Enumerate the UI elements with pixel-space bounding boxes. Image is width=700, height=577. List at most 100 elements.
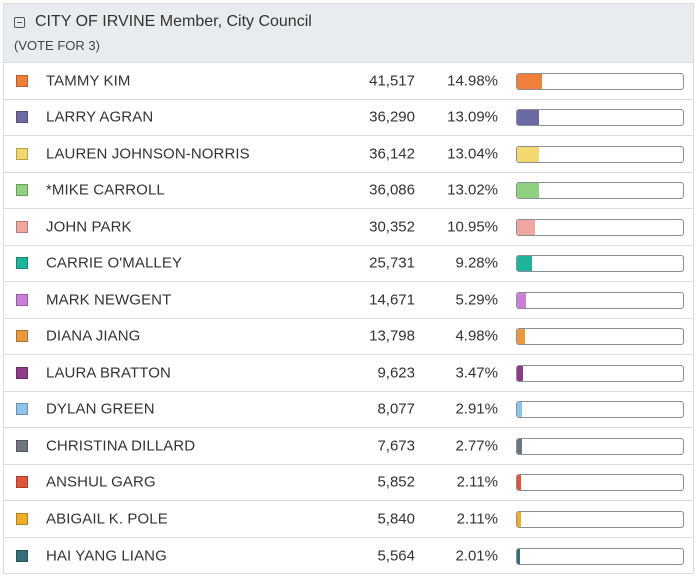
candidate-color-swatch [16, 74, 28, 87]
candidate-vote-bar-fill [517, 511, 521, 527]
candidate-name: ABIGAIL K. POLE [46, 510, 168, 528]
candidate-vote-bar [516, 364, 684, 382]
candidate-percent: 3.47% [455, 364, 498, 382]
candidate-name: CARRIE O'MALLEY [46, 254, 183, 272]
candidate-votes: 36,142 [369, 145, 415, 163]
candidate-name: CHRISTINA DILLARD [46, 437, 196, 455]
candidate-name: JOHN PARK [46, 218, 132, 236]
candidate-vote-bar [516, 291, 684, 309]
candidate-vote-bar [516, 474, 684, 492]
candidate-color-swatch [16, 220, 28, 233]
candidate-votes: 36,290 [369, 108, 415, 126]
candidate-vote-bar-fill [517, 402, 522, 418]
candidate-name: LAUREN JOHNSON-NORRIS [46, 145, 250, 163]
candidate-vote-bar [516, 547, 684, 565]
candidate-row: TAMMY KIM 41,517 14.98% [4, 63, 693, 100]
candidate-percent: 13.09% [447, 108, 498, 126]
candidate-percent: 10.95% [447, 218, 498, 236]
candidate-color-swatch [16, 549, 28, 562]
candidate-votes: 41,517 [369, 72, 415, 90]
candidate-color-swatch [16, 330, 28, 343]
candidate-row: LAURA BRATTON 9,623 3.47% [4, 355, 693, 392]
candidate-row: DIANA JIANG 13,798 4.98% [4, 319, 693, 355]
candidate-row: *MIKE CARROLL 36,086 13.02% [4, 173, 693, 209]
race-title-row: CITY OF IRVINE Member, City Council [14, 12, 683, 32]
candidate-row: JOHN PARK 30,352 10.95% [4, 209, 693, 246]
candidate-row: MARK NEWGENT 14,671 5.29% [4, 282, 693, 319]
candidate-vote-bar-fill [517, 146, 539, 162]
candidate-row: LAUREN JOHNSON-NORRIS 36,142 13.04% [4, 136, 693, 173]
candidate-color-swatch [16, 476, 28, 489]
candidate-vote-bar [516, 328, 684, 346]
candidate-name: *MIKE CARROLL [46, 181, 165, 199]
candidate-vote-bar-fill [517, 256, 533, 272]
candidate-color-swatch [16, 147, 28, 160]
candidate-row: ABIGAIL K. POLE 5,840 2.11% [4, 501, 693, 538]
candidate-row: ANSHUL GARG 5,852 2.11% [4, 465, 693, 501]
candidate-vote-bar-fill [517, 365, 523, 381]
candidate-color-swatch [16, 512, 28, 525]
candidate-name: TAMMY KIM [46, 72, 131, 90]
candidate-votes: 5,564 [377, 547, 415, 565]
candidate-name: LARRY AGRAN [46, 108, 154, 126]
candidate-percent: 2.01% [455, 547, 498, 565]
candidate-percent: 4.98% [455, 327, 498, 345]
candidate-votes: 13,798 [369, 327, 415, 345]
candidate-list: TAMMY KIM 41,517 14.98% LARRY AGRAN 36,2… [4, 63, 693, 574]
candidate-color-swatch [16, 439, 28, 452]
candidate-votes: 9,623 [377, 364, 415, 382]
race-title: CITY OF IRVINE Member, City Council [35, 13, 312, 30]
candidate-votes: 14,671 [369, 291, 415, 309]
candidate-color-swatch [16, 111, 28, 124]
candidate-row: HAI YANG LIANG 5,564 2.01% [4, 538, 693, 575]
candidate-row: CARRIE O'MALLEY 25,731 9.28% [4, 246, 693, 282]
candidate-percent: 9.28% [455, 254, 498, 272]
candidate-votes: 30,352 [369, 218, 415, 236]
race-header: CITY OF IRVINE Member, City Council (VOT… [4, 4, 693, 63]
candidate-name: DYLAN GREEN [46, 400, 155, 418]
candidate-name: LAURA BRATTON [46, 364, 171, 382]
race-subtitle: (VOTE FOR 3) [14, 38, 100, 53]
candidate-vote-bar [516, 145, 684, 163]
candidate-vote-bar-fill [517, 438, 522, 454]
candidate-percent: 2.77% [455, 437, 498, 455]
candidate-vote-bar [516, 72, 684, 90]
candidate-votes: 5,852 [377, 473, 415, 491]
candidate-vote-bar [516, 109, 684, 127]
candidate-row: CHRISTINA DILLARD 7,673 2.77% [4, 428, 693, 465]
candidate-name: DIANA JIANG [46, 327, 141, 345]
candidate-name: MARK NEWGENT [46, 291, 172, 309]
race-results-panel: CITY OF IRVINE Member, City Council (VOT… [3, 3, 694, 574]
candidate-vote-bar-fill [517, 292, 526, 308]
candidate-name: HAI YANG LIANG [46, 547, 167, 565]
candidate-vote-bar-fill [517, 548, 521, 564]
collapse-icon[interactable] [14, 16, 25, 28]
candidate-name: ANSHUL GARG [46, 473, 156, 491]
candidate-vote-bar [516, 437, 684, 455]
candidate-percent: 2.91% [455, 400, 498, 418]
candidate-vote-bar-fill [517, 73, 542, 89]
candidate-color-swatch [16, 293, 28, 306]
candidate-percent: 14.98% [447, 72, 498, 90]
candidate-vote-bar [516, 182, 684, 200]
candidate-percent: 2.11% [456, 473, 498, 491]
candidate-row: DYLAN GREEN 8,077 2.91% [4, 392, 693, 428]
candidate-percent: 2.11% [456, 510, 498, 528]
candidate-votes: 8,077 [377, 400, 415, 418]
candidate-votes: 7,673 [377, 437, 415, 455]
candidate-color-swatch [16, 257, 28, 270]
candidate-vote-bar [516, 255, 684, 273]
candidate-percent: 5.29% [455, 291, 498, 309]
candidate-color-swatch [16, 184, 28, 197]
candidate-color-swatch [16, 366, 28, 379]
candidate-percent: 13.04% [447, 145, 498, 163]
candidate-vote-bar-fill [517, 329, 526, 345]
candidate-vote-bar-fill [517, 219, 536, 235]
candidate-vote-bar [516, 401, 684, 419]
candidate-votes: 25,731 [369, 254, 415, 272]
candidate-color-swatch [16, 403, 28, 416]
candidate-vote-bar-fill [517, 110, 539, 126]
candidate-vote-bar-fill [517, 183, 539, 199]
candidate-row: LARRY AGRAN 36,290 13.09% [4, 100, 693, 136]
candidate-votes: 36,086 [369, 181, 415, 199]
